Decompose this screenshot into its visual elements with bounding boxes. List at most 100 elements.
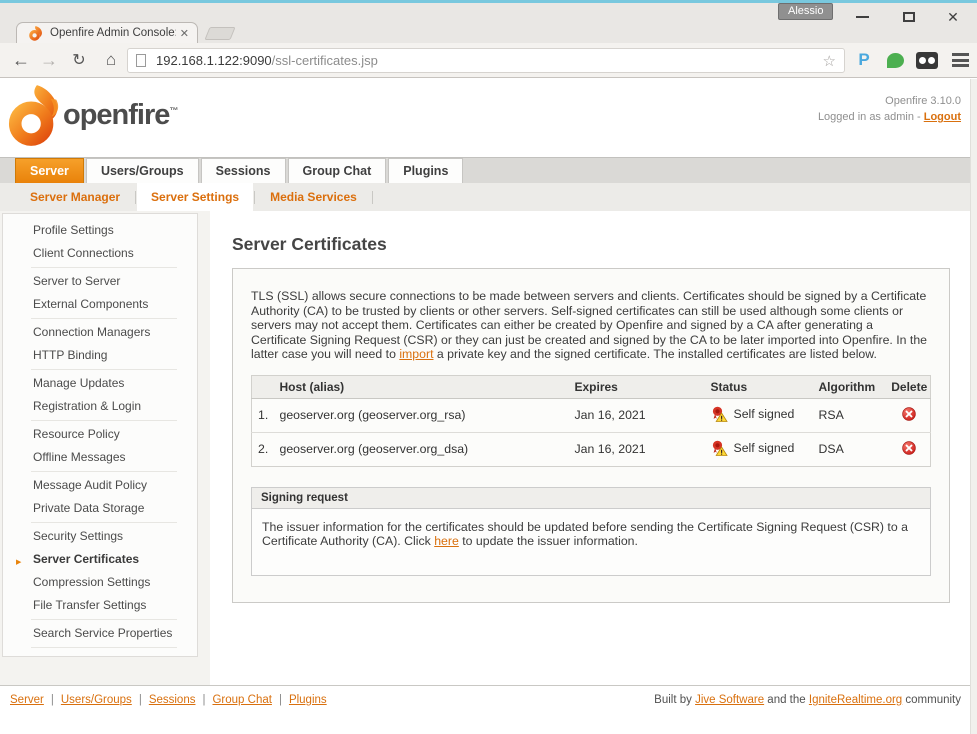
sidebar-item-server-to-server[interactable]: Server to Server (3, 270, 197, 293)
cert-expires: Jan 16, 2021 (575, 398, 711, 432)
self-signed-warning-icon (711, 406, 728, 422)
sidebar-item-security-settings[interactable]: Security Settings (3, 525, 197, 548)
delete-icon (902, 407, 916, 421)
self-signed-warning-icon (711, 440, 728, 456)
here-link[interactable]: here (434, 534, 459, 548)
sidebar-item-message-audit-policy[interactable]: Message Audit Policy (3, 474, 197, 497)
subnav-divider (135, 191, 136, 204)
sidebar-item-registration-login[interactable]: Registration & Login (3, 395, 197, 418)
cert-host[interactable]: geoserver.org (geoserver.org_rsa) (280, 398, 575, 432)
nav-tab-group-chat[interactable]: Group Chat (288, 158, 387, 183)
footer-link-group-chat[interactable]: Group Chat (212, 694, 271, 706)
col-header-algorithm: Algorithm (819, 375, 889, 398)
cert-delete-cell (889, 432, 931, 466)
nav-tab-server[interactable]: Server (15, 158, 84, 183)
sidebar: Profile SettingsClient Connections Server… (0, 211, 210, 685)
subnav-divider (372, 191, 373, 204)
certificate-row: 1.geoserver.org (geoserver.org_rsa)Jan 1… (252, 398, 931, 432)
cert-status: Self signed (711, 432, 819, 466)
sidebar-item-search-service-properties[interactable]: Search Service Properties (3, 622, 197, 645)
nav-tab-users-groups[interactable]: Users/Groups (86, 158, 199, 183)
signing-request-title: Signing request (252, 488, 930, 509)
jive-software-link[interactable]: Jive Software (695, 694, 764, 706)
delete-certificate-button[interactable] (902, 407, 916, 421)
status-text: Self signed (734, 441, 795, 455)
openfire-wordmark: openfire™ (63, 99, 177, 132)
sidebar-divider (31, 318, 177, 319)
footer-link-server[interactable]: Server (10, 694, 44, 706)
home-button[interactable]: ⌂ (98, 43, 124, 77)
nav-tab-sessions[interactable]: Sessions (201, 158, 286, 183)
sidebar-item-private-data-storage[interactable]: Private Data Storage (3, 497, 197, 520)
certificates-table: Host (alias)ExpiresStatusAlgorithmDelete… (251, 375, 931, 467)
window-close-button[interactable]: ✕ (938, 6, 968, 28)
tab-close-icon[interactable]: ✕ (180, 27, 189, 40)
page-footer: Server|Users/Groups|Sessions|Group Chat|… (0, 685, 977, 734)
primary-nav: ServerUsers/GroupsSessionsGroup ChatPlug… (0, 157, 977, 183)
nav-tab-plugins[interactable]: Plugins (388, 158, 463, 183)
subnav-item-media-services[interactable]: Media Services (256, 183, 371, 211)
scrollbar-track[interactable] (970, 79, 977, 734)
secondary-nav: Server ManagerServer SettingsMedia Servi… (0, 183, 977, 211)
sidebar-item-compression-settings[interactable]: Compression Settings (3, 571, 197, 594)
sidebar-divider (31, 471, 177, 472)
footer-link-divider: | (51, 694, 54, 706)
sidebar-divider (31, 522, 177, 523)
sidebar-panel: Profile SettingsClient Connections Server… (2, 213, 198, 657)
window-minimize-button[interactable] (847, 6, 877, 28)
sidebar-divider (31, 619, 177, 620)
col-header-status: Status (711, 375, 819, 398)
col-header-host-alias: Host (alias) (280, 375, 575, 398)
import-link[interactable]: import (399, 347, 433, 361)
cert-delete-cell (889, 398, 931, 432)
sidebar-item-profile-settings[interactable]: Profile Settings (3, 219, 197, 242)
openfire-logo-icon (8, 85, 62, 147)
igniterealtime-link[interactable]: IgniteRealtime.org (809, 694, 902, 706)
sidebar-divider (31, 369, 177, 370)
sidebar-item-resource-policy[interactable]: Resource Policy (3, 423, 197, 446)
cert-algorithm: DSA (819, 432, 889, 466)
forward-button[interactable]: → (36, 43, 62, 77)
sidebar-item-connection-managers[interactable]: Connection Managers (3, 321, 197, 344)
browser-tab[interactable]: Openfire Admin Console: ✕ (16, 22, 198, 43)
cert-host[interactable]: geoserver.org (geoserver.org_dsa) (280, 432, 575, 466)
sidebar-item-http-binding[interactable]: HTTP Binding (3, 344, 197, 367)
chrome-menu-button[interactable] (947, 43, 973, 77)
sidebar-item-client-connections[interactable]: Client Connections (3, 242, 197, 265)
footer-link-sessions[interactable]: Sessions (149, 694, 196, 706)
subnav-divider (254, 191, 255, 204)
logout-link[interactable]: Logout (924, 111, 961, 123)
intro-paragraph: TLS (SSL) allows secure connections to b… (251, 289, 931, 362)
extension-p-icon[interactable]: P (852, 43, 876, 77)
address-bar[interactable]: 192.168.1.122:9090/ssl-certificates.jsp … (127, 48, 845, 73)
certificates-panel: TLS (SSL) allows secure connections to b… (232, 268, 950, 603)
sidebar-item-external-components[interactable]: External Components (3, 293, 197, 316)
footer-link-divider: | (202, 694, 205, 706)
col-header-delete: Delete (889, 375, 931, 398)
delete-certificate-button[interactable] (902, 441, 916, 455)
maximize-icon (903, 12, 915, 22)
window-maximize-button[interactable] (894, 6, 924, 28)
extension-chat-bubble-icon[interactable] (882, 43, 908, 77)
profile-badge[interactable]: Alessio (778, 3, 833, 20)
row-number: 1. (252, 398, 280, 432)
version-text: Openfire 3.10.0 (818, 93, 961, 109)
extension-camera-icon[interactable] (913, 43, 941, 77)
new-tab-button[interactable] (204, 27, 235, 40)
footer-link-plugins[interactable]: Plugins (289, 694, 327, 706)
delete-icon (902, 441, 916, 455)
cert-expires: Jan 16, 2021 (575, 432, 711, 466)
sidebar-item-server-certificates[interactable]: ▶Server Certificates (3, 548, 197, 571)
sidebar-item-manage-updates[interactable]: Manage Updates (3, 372, 197, 395)
cert-algorithm: RSA (819, 398, 889, 432)
back-button[interactable]: ← (8, 43, 34, 77)
sidebar-item-offline-messages[interactable]: Offline Messages (3, 446, 197, 469)
subnav-item-server-manager[interactable]: Server Manager (16, 183, 134, 211)
cert-status: Self signed (711, 398, 819, 432)
openfire-header: openfire™ Openfire 3.10.0 Logged in as a… (0, 79, 977, 157)
bookmark-star-icon[interactable]: ☆ (823, 52, 836, 70)
sidebar-item-file-transfer-settings[interactable]: File Transfer Settings (3, 594, 197, 617)
reload-button[interactable]: ↻ (66, 43, 92, 77)
subnav-item-server-settings[interactable]: Server Settings (137, 183, 253, 211)
footer-link-users-groups[interactable]: Users/Groups (61, 694, 132, 706)
